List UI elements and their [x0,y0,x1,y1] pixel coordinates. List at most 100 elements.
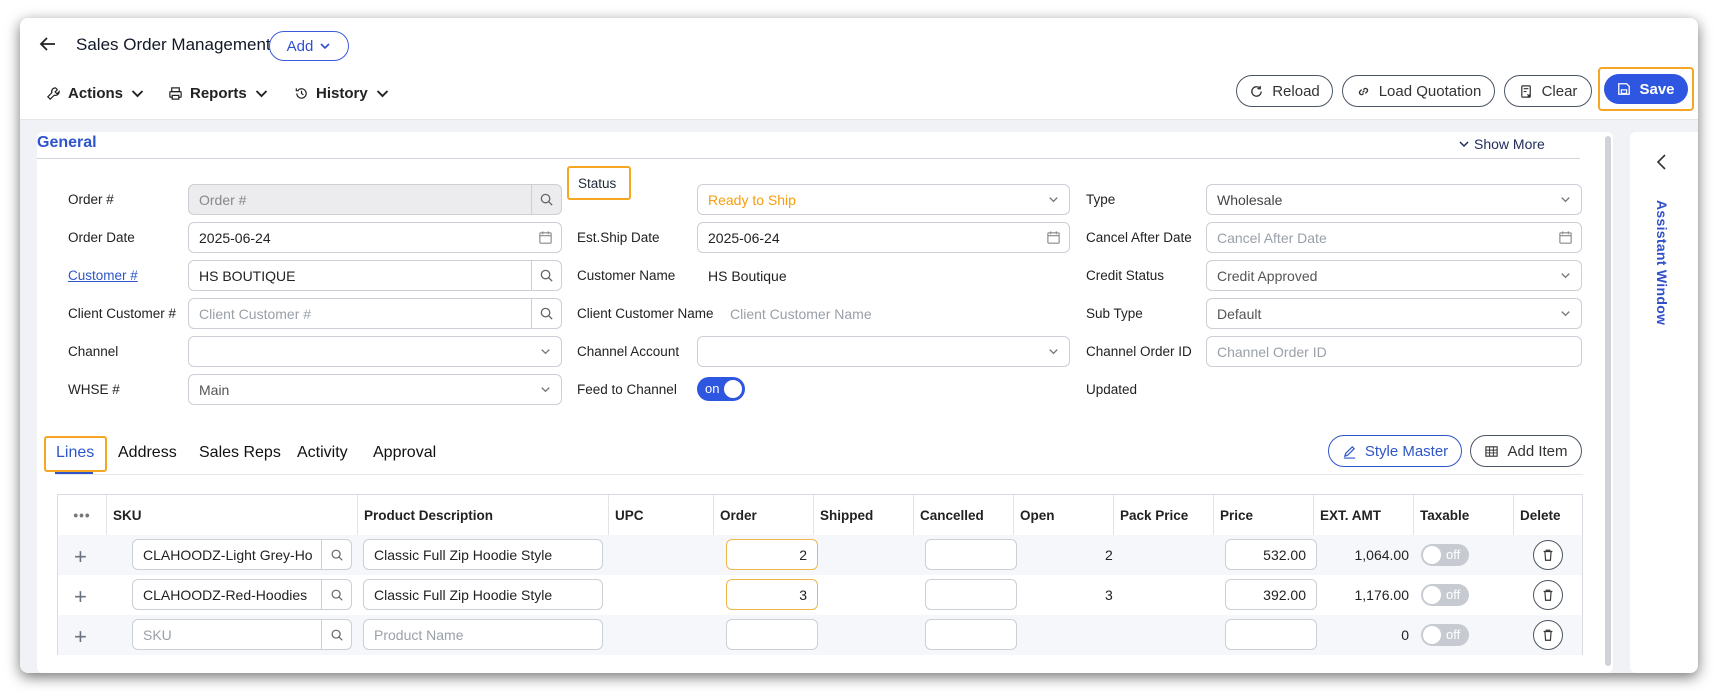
delete-row-button[interactable] [1533,540,1563,570]
price-input[interactable]: 532.00 [1225,539,1317,570]
history-menu[interactable]: History [294,85,390,102]
vertical-scrollbar[interactable] [1605,136,1611,666]
tab-address[interactable]: Address [118,444,177,462]
trash-icon [1543,629,1553,641]
description-input[interactable]: Classic Full Zip Hoodie Style [363,579,603,610]
cancel-after-date-field[interactable]: Cancel After Date [1206,222,1582,253]
column-header-sku[interactable]: SKU [107,495,358,535]
actions-menu[interactable]: Actions [46,85,145,102]
column-header-cancelled[interactable]: Cancelled [914,495,1014,535]
type-select[interactable]: Wholesale [1206,184,1582,215]
feed-to-channel-toggle[interactable]: on [697,377,745,401]
column-header-open[interactable]: Open [1014,495,1114,535]
est-ship-date-label: Est.Ship Date [577,230,660,245]
back-arrow-icon[interactable] [38,34,58,54]
sku-input[interactable]: SKU [132,619,322,650]
channel-select[interactable] [188,336,562,367]
column-header-product-description[interactable]: Product Description [358,495,609,535]
show-more-toggle[interactable]: Show More [1458,136,1545,152]
price-input[interactable] [1225,619,1317,650]
tab-approval[interactable]: Approval [373,444,436,462]
sku-search-button[interactable] [322,579,352,610]
status-select[interactable]: Ready to Ship [697,184,1070,215]
customer-no-link[interactable]: Customer # [68,268,138,283]
taxable-toggle[interactable]: off [1421,584,1469,606]
clear-button[interactable]: Clear [1504,75,1592,107]
column-header-delete[interactable]: Delete [1514,495,1582,535]
cancelled-qty-input[interactable] [925,579,1017,610]
column-header-order[interactable]: Order [714,495,814,535]
credit-status-value: Credit Approved [1217,267,1318,284]
column-header-taxable[interactable]: Taxable [1414,495,1514,535]
reports-menu[interactable]: Reports [168,85,269,102]
more-dots-icon: ••• [73,507,91,523]
price-value: 532.00 [1263,546,1306,563]
customer-no-field[interactable]: HS BOUTIQUE [188,260,562,291]
order-qty-value: 3 [799,586,807,603]
chevron-down-icon [1459,141,1469,148]
order-date-field[interactable]: 2025-06-24 [188,222,562,253]
order-qty-input[interactable] [726,619,818,650]
chevron-left-icon[interactable] [1652,152,1672,172]
expand-row-icon[interactable]: + [74,544,87,570]
client-customer-search-button[interactable] [531,299,561,328]
sku-search-button[interactable] [322,619,352,650]
delete-row-button[interactable] [1533,620,1563,650]
assistant-window-label[interactable]: Assistant Window [1654,200,1670,325]
est-ship-date-field[interactable]: 2025-06-24 [697,222,1070,253]
taxable-toggle[interactable]: off [1421,624,1469,646]
expand-row-icon[interactable]: + [74,624,87,650]
order-no-search-button[interactable] [531,185,561,214]
taxable-toggle[interactable]: off [1421,544,1469,566]
feed-to-channel-label: Feed to Channel [577,382,677,397]
column-header-price[interactable]: Price [1214,495,1314,535]
whse-select[interactable]: Main [188,374,562,405]
expand-row-icon[interactable]: + [74,584,87,610]
save-button[interactable]: Save [1604,74,1688,104]
column-header-pack-price[interactable]: Pack Price [1114,495,1214,535]
delete-row-button[interactable] [1533,580,1563,610]
order-qty-input[interactable]: 2 [726,539,818,570]
search-icon [331,589,343,601]
description-input[interactable]: Classic Full Zip Hoodie Style [363,539,603,570]
taxable-state: off [1446,547,1461,562]
calendar-icon[interactable] [538,230,553,245]
column-options[interactable]: ••• [58,495,107,535]
sub-type-select[interactable]: Default [1206,298,1582,329]
order-no-field[interactable]: Order # [188,184,562,215]
tab-sales-reps[interactable]: Sales Reps [199,444,281,462]
cancelled-qty-input[interactable] [925,619,1017,650]
sku-input[interactable]: CLAHOODZ-Red-Hoodies [132,579,322,610]
client-customer-no-field[interactable]: Client Customer # [188,298,562,329]
open-qty: 3 [1105,587,1113,603]
column-header-ext-amt[interactable]: EXT. AMT [1314,495,1414,535]
description-input[interactable]: Product Name [363,619,603,650]
reload-button[interactable]: Reload [1236,75,1333,107]
customer-name-label: Customer Name [577,268,676,283]
credit-status-select[interactable]: Credit Approved [1206,260,1582,291]
history-icon [295,88,307,99]
customer-search-button[interactable] [531,261,561,290]
cancel-after-date-placeholder: Cancel After Date [1217,229,1327,246]
tab-lines[interactable]: Lines [56,444,94,462]
load-quotation-button[interactable]: Load Quotation [1342,75,1495,107]
table-row-new: + SKU Product Name 0 off [58,615,1582,655]
price-input[interactable]: 392.00 [1225,579,1317,610]
tab-activity[interactable]: Activity [297,444,348,462]
calendar-icon[interactable] [1046,230,1061,245]
column-header-upc[interactable]: UPC [609,495,714,535]
channel-account-select[interactable] [697,336,1070,367]
page-title: Sales Order Management [76,35,271,54]
sku-input[interactable]: CLAHOODZ-Light Grey-Ho [132,539,322,570]
chevron-down-icon [1561,311,1570,317]
add-button[interactable]: Add [269,31,349,61]
channel-order-id-field[interactable]: Channel Order ID [1206,336,1582,367]
whse-value: Main [199,381,230,398]
column-header-shipped[interactable]: Shipped [814,495,914,535]
style-master-button[interactable]: Style Master [1328,435,1462,467]
add-item-button[interactable]: Add Item [1470,435,1582,467]
sku-search-button[interactable] [322,539,352,570]
order-qty-input[interactable]: 3 [726,579,818,610]
cancelled-qty-input[interactable] [925,539,1017,570]
calendar-icon[interactable] [1558,230,1573,245]
